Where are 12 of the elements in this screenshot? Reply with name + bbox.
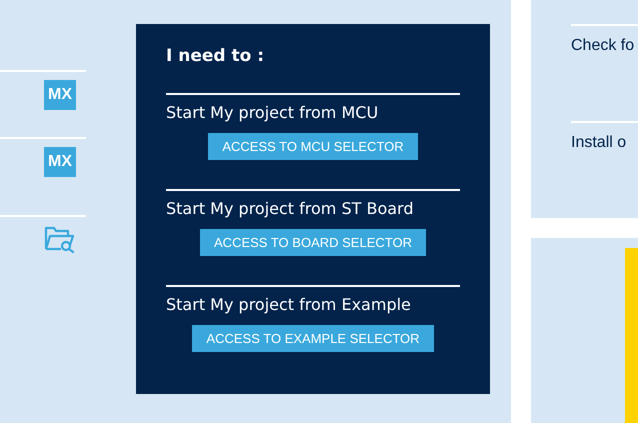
mx-badge-icon[interactable]: MX xyxy=(44,147,76,177)
selector-button[interactable]: ACCESS TO EXAMPLE SELECTOR xyxy=(192,325,434,352)
option-label: Start My project from MCU xyxy=(166,103,380,124)
folder-search-icon[interactable] xyxy=(44,225,76,253)
side-link[interactable]: Check fo xyxy=(571,37,634,54)
option-label: Start My project from Example xyxy=(166,295,412,316)
option-label: Start My project from ST Board xyxy=(166,199,415,220)
side-link[interactable]: Install o xyxy=(571,134,626,151)
selector-button[interactable]: ACCESS TO MCU SELECTOR xyxy=(208,133,418,160)
selector-button[interactable]: ACCESS TO BOARD SELECTOR xyxy=(200,229,426,256)
mx-badge-icon[interactable]: MX xyxy=(44,80,76,110)
panel-title: I need to : xyxy=(166,46,266,68)
